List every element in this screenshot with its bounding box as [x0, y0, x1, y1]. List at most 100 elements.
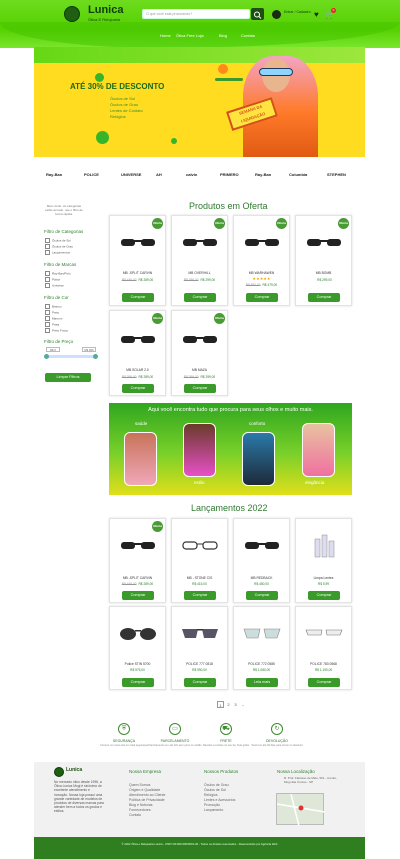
product-name[interactable]: MB MAZA: [172, 368, 227, 372]
footer-link[interactable]: Relógios: [204, 793, 218, 797]
buy-button[interactable]: Comprar: [122, 293, 154, 302]
read-more-button[interactable]: Leia mais: [246, 678, 278, 687]
clear-filters-button[interactable]: Limpar Filtros: [45, 373, 91, 382]
nav-blog[interactable]: Blog: [219, 33, 227, 38]
footer-link[interactable]: Promoção: [204, 803, 220, 807]
brand-logo[interactable]: STEPHEN: [327, 172, 346, 177]
buy-button[interactable]: Comprar: [122, 591, 154, 600]
buy-button[interactable]: Comprar: [122, 678, 154, 687]
product-card[interactable]: MB - STONE CIS R$ 415,00 Comprar: [171, 518, 228, 603]
product-name[interactable]: MB -SPLIT CARVIN: [110, 271, 165, 275]
nav-home[interactable]: Home: [160, 33, 171, 38]
buy-button[interactable]: Comprar: [184, 678, 216, 687]
footer-link[interactable]: Fornecedores: [129, 808, 151, 812]
product-name[interactable]: MB WARHAWEN: [234, 271, 289, 275]
brand-logo[interactable]: Ray-Ban: [46, 172, 62, 177]
footer-link[interactable]: Origem e Qualidade: [129, 788, 160, 792]
brand-logo[interactable]: PRIMERO: [220, 172, 239, 177]
footer-link[interactable]: Blog e Notícias: [129, 803, 153, 807]
search-input[interactable]: O que você está procurando?: [142, 9, 250, 19]
footer-link[interactable]: Quem Somos: [129, 783, 150, 787]
filter-checkbox[interactable]: Marrom: [45, 316, 62, 321]
brand-name[interactable]: Lunica: [88, 4, 123, 16]
price-slider[interactable]: [46, 355, 96, 358]
filter-checkbox[interactable]: Óculos de Grau: [45, 244, 73, 249]
footer-link[interactable]: Óculos de Grau: [204, 783, 229, 787]
footer-link[interactable]: Lançamento: [204, 808, 223, 812]
product-card[interactable]: Police STIN 5700 R$ 975,00 Comprar: [109, 606, 166, 690]
buy-button[interactable]: Comprar: [246, 293, 278, 302]
buy-button[interactable]: Comprar: [308, 591, 340, 600]
nav-loja[interactable]: Loja: [196, 33, 204, 38]
product-name[interactable]: POLICE 777 0818: [172, 662, 227, 666]
product-card[interactable]: MB REDBACK R$ 450,00 Comprar: [233, 518, 290, 603]
product-name[interactable]: MB OVERHILL: [172, 271, 227, 275]
brand-subtitle: Ótica E Relojoaria: [88, 17, 121, 22]
product-name[interactable]: POLICE 783 0568: [296, 662, 351, 666]
product-name[interactable]: MB - STONE CIS: [172, 576, 227, 580]
page-3[interactable]: 3: [232, 701, 239, 708]
brand-logo[interactable]: calvin: [186, 172, 197, 177]
filter-checkbox[interactable]: Universe: [45, 283, 64, 288]
product-card[interactable]: Oferta MB -SPLIT CARVIN R$ 449,00 R$ 289,…: [109, 215, 166, 306]
product-card[interactable]: Oferta MB MAZA R$ 399,00 R$ 299,00 Compra…: [171, 310, 228, 396]
brand-logo[interactable]: POLICE: [84, 172, 99, 177]
filter-checkbox[interactable]: Ray-Ban/Polo: [45, 271, 71, 276]
product-name[interactable]: MB REDBACK: [234, 576, 289, 580]
filter-checkbox[interactable]: Preto: [45, 310, 59, 315]
product-name[interactable]: MB -SPLIT CARVIN: [110, 576, 165, 580]
brand-logo[interactable]: UNIVERSE: [121, 172, 141, 177]
product-card[interactable]: Oferta MB -SPLIT CARVIN R$ 449,00 R$ 289,…: [109, 518, 166, 603]
slider-handle-min[interactable]: [44, 354, 49, 359]
product-name[interactable]: MB SOLAR 2.0: [110, 368, 165, 372]
product-name[interactable]: Police STIN 5700: [110, 662, 165, 666]
product-name[interactable]: Limpa Lentes: [296, 576, 351, 580]
product-card[interactable]: Oferta MB SOLAR 2.0 R$ 399,00 R$ 289,00 C…: [109, 310, 166, 396]
buy-button[interactable]: Comprar: [308, 678, 340, 687]
account-link[interactable]: Entrar / Cadastro: [284, 10, 311, 14]
filter-checkbox[interactable]: Police: [45, 277, 60, 282]
product-card[interactable]: POLICE 783 0568 R$ 1.190,00 Comprar: [295, 606, 352, 690]
product-card[interactable]: POLICE 772 0585 R$ 1.080,00 Leia mais: [233, 606, 290, 690]
heart-icon[interactable]: ♥: [314, 10, 319, 19]
offer-badge: Oferta: [152, 521, 163, 532]
brand-logo[interactable]: Ray-Ban: [255, 172, 271, 177]
product-card[interactable]: POLICE 777 0818 R$ 990,00 Comprar: [171, 606, 228, 690]
buy-button[interactable]: Comprar: [122, 384, 154, 393]
filter-checkbox[interactable]: Branco: [45, 304, 62, 309]
footer-link[interactable]: Atendimento ao Cliente: [129, 793, 165, 797]
product-name[interactable]: MB BOMB: [296, 271, 351, 275]
buy-button[interactable]: Comprar: [184, 384, 216, 393]
product-card[interactable]: Limpa Lentes R$ 5,99 Comprar: [295, 518, 352, 603]
nav-contato[interactable]: Contato: [241, 33, 255, 38]
nav-otica-free[interactable]: Ótica Free: [176, 33, 195, 38]
product-card[interactable]: Oferta MB BOMB R$ 299,00 Comprar: [295, 215, 352, 306]
filter-checkbox[interactable]: Prata: [45, 322, 59, 327]
brand-logo[interactable]: Columbia: [289, 172, 307, 177]
footer-link[interactable]: Contato: [129, 813, 141, 817]
price-max-field[interactable]: R$ 999: [82, 347, 96, 352]
buy-button[interactable]: Comprar: [246, 591, 278, 600]
buy-button[interactable]: Comprar: [308, 293, 340, 302]
location-map[interactable]: [276, 793, 326, 827]
filter-checkbox[interactable]: Preto Fosco: [45, 328, 68, 333]
price-min-field[interactable]: R$ 0: [46, 347, 60, 352]
product-card[interactable]: Oferta MB WARHAWEN ★★★★★ R$ 850,00 R$ 479…: [233, 215, 290, 306]
slider-handle-max[interactable]: [93, 354, 98, 359]
product-card[interactable]: Oferta MB OVERHILL R$ 399,00 R$ 299,00 Co…: [171, 215, 228, 306]
filter-checkbox[interactable]: Óculos de Sol: [45, 238, 71, 243]
filter-checkbox[interactable]: Lançamentos: [45, 250, 70, 255]
footer-link[interactable]: Política de Privacidade: [129, 798, 165, 802]
buy-button[interactable]: Comprar: [184, 293, 216, 302]
footer-link[interactable]: Lentes e Acessórios: [204, 798, 235, 802]
next-page-arrow-icon[interactable]: →: [239, 701, 246, 708]
page-2[interactable]: 2: [225, 701, 232, 708]
footer-link[interactable]: Óculos de Sol: [204, 788, 226, 792]
product-name[interactable]: POLICE 772 0585: [234, 662, 289, 666]
buy-button[interactable]: Comprar: [184, 591, 216, 600]
user-icon[interactable]: [272, 10, 281, 19]
logo-icon[interactable]: [64, 6, 80, 22]
brand-logo[interactable]: AH: [156, 172, 162, 177]
search-button[interactable]: [251, 8, 264, 20]
page-1[interactable]: 1: [217, 701, 224, 708]
